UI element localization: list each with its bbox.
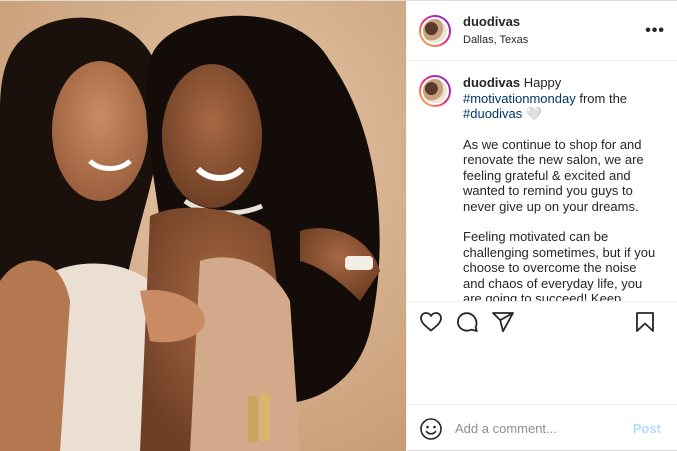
caption-from: from the [575, 90, 628, 106]
caption-paragraph-3-text: Feeling motivated can be challenging som… [463, 229, 656, 301]
post-header: duodivas Dallas, Texas ••• [407, 1, 677, 61]
emoji-icon[interactable] [419, 417, 443, 441]
caption-paragraph-3: Feeling motivated can be challenging som… [463, 229, 661, 301]
caption-avatar[interactable] [419, 75, 451, 107]
instagram-post: duodivas Dallas, Texas ••• duodivas Happ… [0, 0, 677, 451]
portrait-photo [0, 1, 406, 451]
caption-paragraph-1: duodivas Happy #motivationmonday from th… [463, 75, 661, 122]
caption-block: duodivas Happy #motivationmonday from th… [407, 61, 677, 301]
header-username[interactable]: duodivas [463, 14, 641, 30]
header-meta: duodivas Dallas, Texas [463, 14, 641, 47]
white-heart-emoji: 🤍 [522, 106, 543, 121]
action-bar [407, 301, 677, 341]
post-photo[interactable] [0, 1, 406, 451]
bookmark-icon[interactable] [633, 310, 657, 334]
post-sidebar: duodivas Dallas, Texas ••• duodivas Happ… [406, 1, 677, 451]
post-comment-button[interactable]: Post [633, 421, 661, 436]
comment-icon[interactable] [455, 310, 479, 334]
hashtag-motivationmonday[interactable]: #motivationmonday [463, 91, 576, 106]
profile-avatar[interactable] [419, 14, 451, 47]
caption-intro: Happy [523, 75, 562, 90]
caption-paragraph-2: As we continue to shop for and renovate … [463, 136, 644, 214]
comment-box: Post [407, 404, 677, 451]
caption-text: duodivas Happy #motivationmonday from th… [463, 75, 661, 301]
caption-username[interactable]: duodivas [463, 75, 520, 90]
header-location[interactable]: Dallas, Texas [463, 33, 641, 47]
heart-icon[interactable] [419, 310, 443, 334]
comment-input[interactable] [455, 421, 633, 436]
share-icon[interactable] [491, 310, 515, 334]
likes-area-spacer [407, 341, 677, 404]
hashtag-duodivas[interactable]: #duodivas [463, 106, 522, 121]
more-options-icon[interactable]: ••• [641, 22, 665, 40]
